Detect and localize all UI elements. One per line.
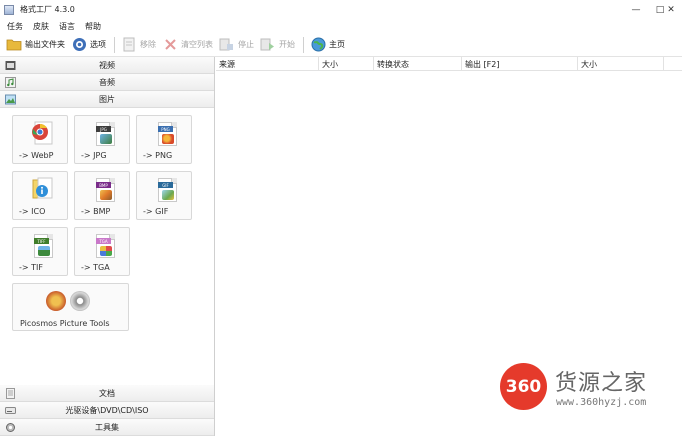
column-output-size[interactable]: 大小 — [578, 57, 664, 71]
stop-icon — [219, 38, 235, 52]
start-button[interactable]: 开始 — [260, 35, 295, 55]
bottom-categories: 文档 光驱设备\DVD\CD\ISO 工具集 — [0, 385, 214, 436]
category-panel: 视频 音频 图片 -> WebP JPG -> JPG PNG -> PNG -… — [0, 57, 215, 436]
window-title: 格式工厂 4.3.0 — [20, 5, 75, 14]
gif-icon: GIF — [158, 178, 177, 202]
stop-button[interactable]: 停止 — [219, 35, 254, 55]
jpg-icon: JPG — [96, 122, 115, 146]
menu-skin[interactable]: 皮肤 — [33, 21, 49, 32]
category-audio-label: 音频 — [99, 77, 115, 87]
column-status[interactable]: 转换状态 — [374, 57, 462, 71]
format-gif[interactable]: GIF -> GIF — [136, 171, 192, 220]
format-bmp-label: -> BMP — [81, 207, 111, 216]
home-button[interactable]: 主页 — [310, 35, 345, 55]
toolbar-separator — [114, 36, 115, 53]
clear-icon — [162, 38, 178, 52]
category-document-label: 文档 — [99, 388, 115, 398]
tga-icon: TGA — [96, 234, 115, 258]
menu-language[interactable]: 语言 — [59, 21, 75, 32]
format-gif-label: -> GIF — [143, 207, 169, 216]
column-size[interactable]: 大小 — [319, 57, 374, 71]
format-tif[interactable]: TIFF -> TIF — [12, 227, 68, 276]
category-image[interactable]: 图片 — [0, 91, 214, 108]
clear-list-label: 清空列表 — [181, 40, 213, 49]
format-png-label: -> PNG — [143, 151, 173, 160]
picture-icon — [5, 94, 16, 105]
format-bmp[interactable]: BMP -> BMP — [74, 171, 130, 220]
options-label: 选项 — [90, 40, 106, 49]
disc-drive-icon — [5, 405, 16, 416]
category-tools[interactable]: 工具集 — [0, 419, 214, 436]
menu-task[interactable]: 任务 — [7, 21, 23, 32]
category-optical[interactable]: 光驱设备\DVD\CD\ISO — [0, 402, 214, 419]
options-button[interactable]: 选项 — [71, 35, 106, 55]
watermark-brand: 货源之家 — [555, 371, 648, 396]
picosmos-photo-icon — [46, 291, 66, 311]
category-audio[interactable]: 音频 — [0, 74, 214, 91]
format-jpg-label: -> JPG — [81, 151, 107, 160]
menu-help[interactable]: 帮助 — [85, 21, 101, 32]
watermark-url: www.360hyzj.com — [556, 397, 647, 408]
start-icon — [260, 38, 276, 52]
png-icon: PNG — [158, 122, 177, 146]
remove-button[interactable]: 移除 — [121, 35, 156, 55]
document-icon — [5, 388, 16, 399]
format-jpg[interactable]: JPG -> JPG — [74, 115, 130, 164]
category-video[interactable]: 视频 — [0, 57, 214, 74]
remove-label: 移除 — [140, 40, 156, 49]
format-tga[interactable]: TGA -> TGA — [74, 227, 130, 276]
task-list-header: 来源 大小 转换状态 输出 [F2] 大小 — [216, 57, 682, 71]
globe-icon — [310, 37, 326, 52]
format-webp-label: -> WebP — [19, 151, 54, 160]
picosmos-label: Picosmos Picture Tools — [20, 319, 110, 328]
format-tga-label: -> TGA — [81, 263, 110, 272]
start-label: 开始 — [279, 40, 295, 49]
watermark-logo: 360 — [500, 363, 547, 410]
output-folder-label: 输出文件夹 — [25, 40, 65, 49]
category-tools-label: 工具集 — [95, 422, 119, 432]
tif-icon: TIFF — [34, 234, 53, 258]
webp-icon — [29, 120, 55, 148]
folder-icon — [6, 38, 22, 52]
category-image-label: 图片 — [99, 94, 115, 104]
remove-icon — [121, 37, 137, 52]
format-ico[interactable]: -> ICO — [12, 171, 68, 220]
category-optical-label: 光驱设备\DVD\CD\ISO — [65, 405, 149, 415]
stop-label: 停止 — [238, 40, 254, 49]
bmp-icon: BMP — [96, 178, 115, 202]
picosmos-tools[interactable]: Picosmos Picture Tools — [12, 283, 129, 331]
home-label: 主页 — [329, 40, 345, 49]
minimize-button[interactable]: — — [624, 0, 648, 19]
format-tif-label: -> TIF — [19, 263, 43, 272]
close-button[interactable]: ✕ — [660, 0, 682, 19]
toolbar: 输出文件夹 选项 移除 清空列表 停止 开始 主页 — [0, 33, 682, 57]
tools-icon — [5, 422, 16, 433]
ico-icon — [29, 176, 55, 204]
options-icon — [71, 38, 87, 52]
title-bar: 格式工厂 4.3.0 — [0, 0, 682, 19]
clear-list-button[interactable]: 清空列表 — [162, 35, 213, 55]
menu-bar: 任务 皮肤 语言 帮助 — [0, 19, 682, 33]
music-icon — [5, 77, 16, 88]
picosmos-gear-icon — [70, 291, 90, 311]
output-folder-button[interactable]: 输出文件夹 — [6, 35, 65, 55]
format-ico-label: -> ICO — [19, 207, 46, 216]
category-video-label: 视频 — [99, 60, 115, 70]
watermark: 360 货源之家 www.360hyzj.com — [500, 363, 682, 413]
category-document[interactable]: 文档 — [0, 385, 214, 402]
format-png[interactable]: PNG -> PNG — [136, 115, 192, 164]
column-output[interactable]: 输出 [F2] — [462, 57, 578, 71]
film-icon — [5, 60, 16, 71]
image-format-panel: -> WebP JPG -> JPG PNG -> PNG -> ICO BMP… — [0, 109, 214, 386]
app-icon — [4, 4, 14, 15]
toolbar-separator — [303, 36, 304, 53]
format-webp[interactable]: -> WebP — [12, 115, 68, 164]
column-source[interactable]: 来源 — [216, 57, 319, 71]
